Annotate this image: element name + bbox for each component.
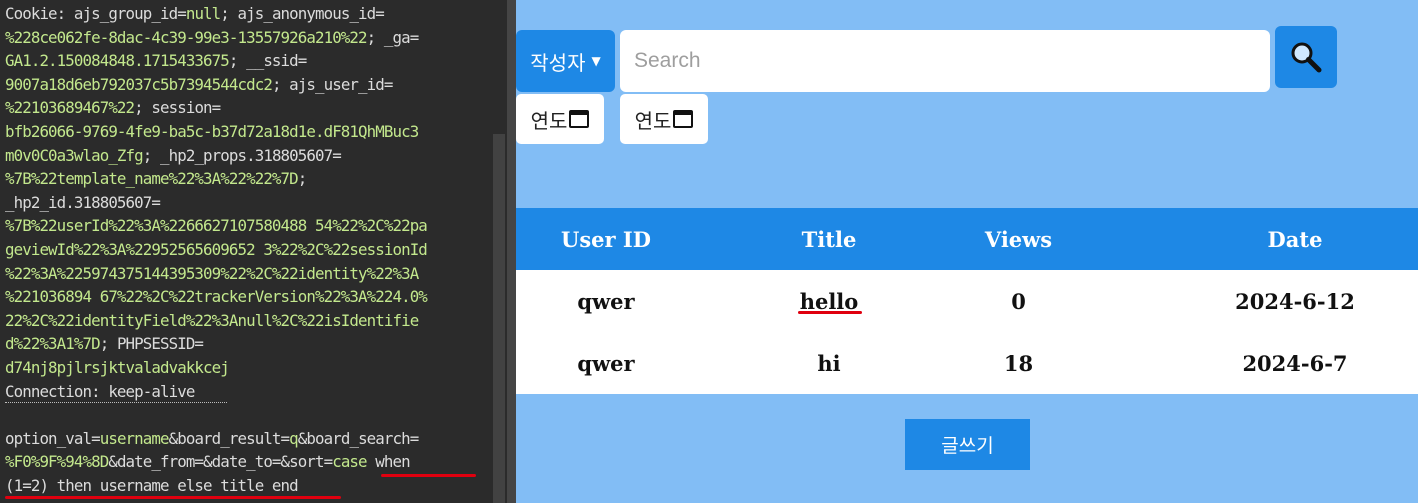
code-token: ; ajs_user_id=	[271, 74, 393, 94]
code-token: %F0%9F%94%8D	[5, 452, 109, 472]
search-input[interactable]	[620, 30, 1270, 92]
code-token: case	[332, 452, 367, 472]
http-request-text[interactable]: Cookie: ajs_group_id=null; ajs_anonymous…	[5, 2, 490, 497]
header-date[interactable]: Date	[1156, 227, 1418, 252]
code-token: 22%2C%22identityField%22%3Anull%2C%22isI…	[5, 310, 419, 330]
connection-underline	[5, 402, 227, 403]
code-line[interactable]: option_val=username&board_result=q&board…	[5, 427, 490, 451]
code-line[interactable]: geviewId%22%3A%22952565609652 3%22%2C%22…	[5, 238, 490, 262]
code-token: null	[185, 4, 221, 23]
code-line[interactable]: Connection: keep-alive	[5, 380, 490, 404]
highlight-underline-case	[381, 474, 476, 477]
board-table: User ID Title Views Date qwer hello 0 20…	[516, 208, 1418, 394]
code-line[interactable]: %2210368946​7%22; session=	[5, 96, 490, 120]
code-line[interactable]: bfb26066-9769-4fe9-ba5c-b37d72a18d1e.dF8…	[5, 120, 490, 144]
code-token: &date_from=&date_to=&sort=	[108, 452, 333, 472]
code-line[interactable]: _hp2_id.318805607=	[5, 191, 490, 215]
code-line[interactable]: d%22%3A1%7D; PHPSESSID=	[5, 332, 490, 356]
code-token: d74nj8pjlrsjktvaladvakkcej	[5, 357, 230, 377]
pane-divider[interactable]	[507, 0, 516, 503]
code-token: GA1.2.150084848.1715433675	[5, 51, 230, 71]
code-token: &board_result=	[168, 428, 290, 448]
calendar-icon[interactable]	[673, 110, 694, 128]
header-title[interactable]: Title	[734, 227, 924, 252]
code-token: ; session=	[134, 98, 221, 118]
highlight-underline-hello	[798, 311, 862, 314]
code-line[interactable]: %22%3A%225974375144395309%22%2C%22identi…	[5, 262, 490, 286]
code-line[interactable]: Cookie: ajs_group_id=null; ajs_anonymous…	[5, 2, 490, 26]
code-token: %228ce062fe-8dac-4c39-99e3-13557926a210%…	[5, 27, 368, 47]
code-token: option_val=	[5, 428, 101, 448]
code-token: geviewId%22%3A%22952565609652 3%22%2C%22…	[5, 239, 428, 259]
code-token: %221036894 67%22%2C%22trackerVersion%22%…	[5, 287, 428, 307]
code-line[interactable]: %228ce062fe-8dac-4c39-99e3-13557926a210%…	[5, 26, 490, 50]
code-token: &board_search=	[297, 428, 419, 448]
code-line[interactable]: d74nj8pjlrsjktvaladvakkcej	[5, 356, 490, 380]
code-token: 9007a18d6eb792037c5b7394544cdc2	[5, 74, 273, 94]
table-header: User ID Title Views Date	[516, 208, 1418, 270]
cell-title-link[interactable]: hi	[734, 351, 924, 376]
code-token: when	[366, 452, 410, 472]
select-label: 작성자	[530, 50, 586, 75]
code-token: ; __ssid=	[228, 51, 307, 71]
code-token: %2210368946​7%22	[5, 98, 135, 118]
highlight-underline-payload	[5, 496, 341, 499]
code-token: _hp2_id.318805607=	[5, 192, 161, 212]
code-token: ; ajs_anonymous_id=	[220, 4, 385, 23]
date-to-label: 연도	[634, 108, 672, 133]
code-line[interactable]: %221036894 67%22%2C%22trackerVersion%22%…	[5, 285, 490, 309]
code-token: ;	[297, 169, 307, 189]
cell-user-id: qwer	[577, 288, 635, 314]
code-token: q	[289, 428, 298, 448]
code-token: (1=2) then username else title end	[5, 475, 299, 495]
code-line[interactable]: (1=2) then username else title end	[5, 474, 490, 498]
code-line[interactable]: %F0%9F%94%8D&date_from=&date_to=&sort=ca…	[5, 450, 490, 474]
code-token: username	[99, 428, 170, 448]
search-button[interactable]	[1275, 26, 1337, 88]
table-row[interactable]: qwer hi 18 2024-6-7	[516, 332, 1418, 394]
code-line[interactable]: 9007a18d6eb792037c5b7394544cdc2; ajs_use…	[5, 73, 490, 97]
cell-views: 18	[1003, 350, 1034, 376]
code-line[interactable]	[5, 403, 490, 427]
write-post-button[interactable]: 글쓰기	[905, 419, 1030, 470]
table-row[interactable]: qwer hello 0 2024-6-12	[516, 270, 1418, 332]
code-line[interactable]: m0v0C0a3wlao_Zfg; _hp2_props.318805607=	[5, 144, 490, 168]
board-page: 작성자 ▼ 연도 연도 User ID Title Views Date qwe…	[516, 0, 1418, 503]
cell-views: 0	[1011, 288, 1026, 314]
header-views[interactable]: Views	[926, 227, 1111, 252]
code-line[interactable]: 22%2C%22identityField%22%3Anull%2C%22isI…	[5, 309, 490, 333]
code-token: d%22%3A1%7D	[5, 334, 101, 354]
code-line[interactable]: %7B%22template_name%22%3A%22%22%7D;	[5, 167, 490, 191]
cell-date: 2024-6-7	[1242, 350, 1348, 376]
code-token: bfb26066-9769-4fe9-ba5c-b37d72a18d1e.dF8…	[5, 121, 419, 141]
code-line[interactable]: %7B%22userId%22%3A%2266627107580488 54%2…	[5, 214, 490, 238]
request-editor-pane[interactable]: Cookie: ajs_group_id=null; ajs_anonymous…	[0, 0, 507, 503]
editor-scrollbar[interactable]	[493, 134, 505, 503]
code-token: %7B%22userId%22%3A%2266627107580488 54%2…	[5, 216, 428, 236]
code-token: %22%3A%225974375144395309%22%2C%22identi…	[5, 263, 419, 283]
date-from-label: 연도	[530, 108, 568, 133]
code-token: %7B%22template_name%22%3A%22%22%7D	[5, 169, 299, 189]
cell-title-link[interactable]: hello	[734, 289, 924, 314]
calendar-icon[interactable]	[569, 110, 590, 128]
code-line[interactable]: GA1.2.150084848.1715433675; __ssid=	[5, 49, 490, 73]
code-token: Cookie: ajs_group_id=	[5, 4, 187, 23]
header-user-id[interactable]: User ID	[516, 227, 696, 252]
code-token: ; PHPSESSID=	[99, 334, 204, 354]
code-token: m0v0C0a3wlao_Zfg	[5, 145, 144, 165]
search-option-select[interactable]: 작성자 ▼	[516, 30, 615, 92]
date-from-input[interactable]: 연도	[516, 94, 604, 144]
code-token: ; _ga=	[366, 27, 420, 47]
code-token: ; _hp2_props.318805607=	[142, 145, 342, 165]
date-to-input[interactable]: 연도	[620, 94, 708, 144]
search-icon	[1291, 42, 1322, 73]
chevron-down-icon: ▼	[591, 54, 601, 68]
cell-user-id: qwer	[577, 350, 635, 376]
cell-date: 2024-6-12	[1235, 288, 1355, 314]
code-token: Connection: keep-alive	[5, 381, 195, 401]
